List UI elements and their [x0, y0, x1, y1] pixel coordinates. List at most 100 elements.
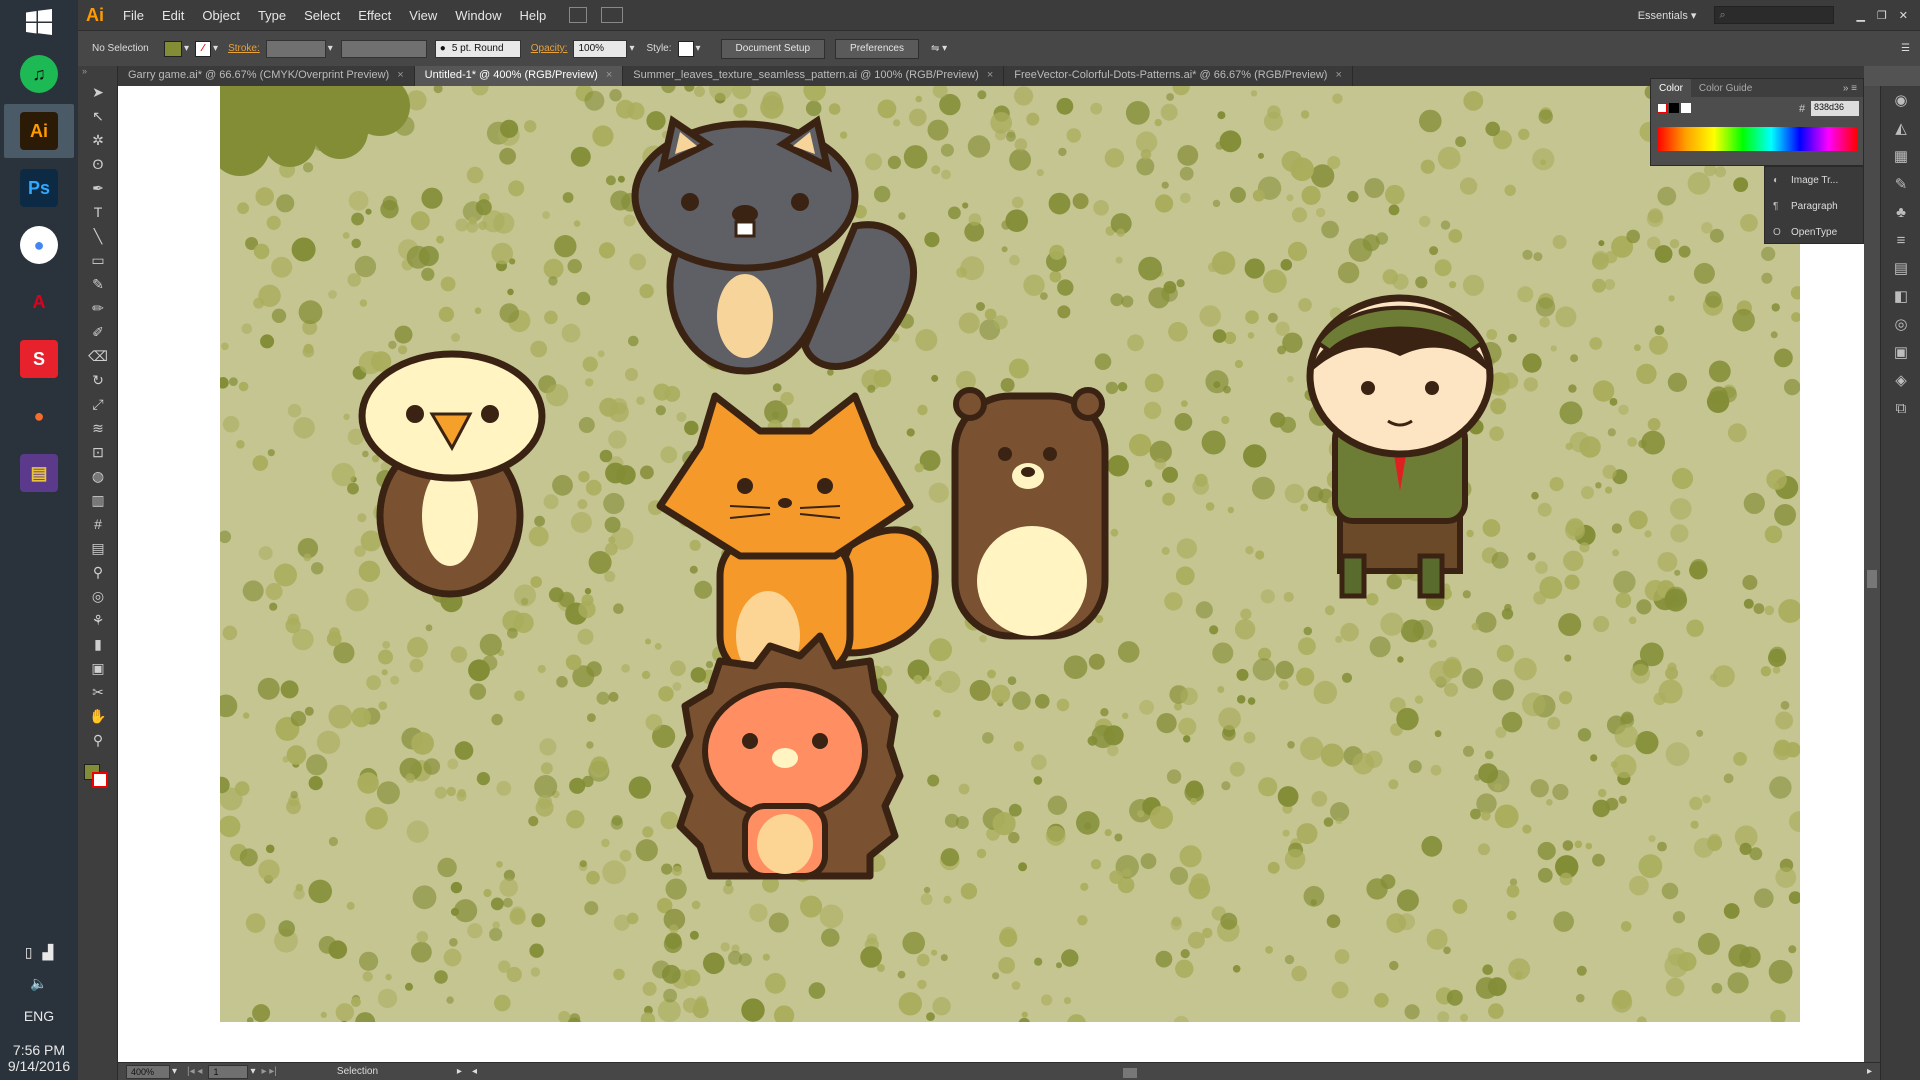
- pencil-tool-icon[interactable]: ✏: [78, 296, 118, 320]
- taskbar-app-origin[interactable]: ●: [4, 389, 74, 443]
- selection-tool-icon[interactable]: ➤: [78, 80, 118, 104]
- close-tab-icon[interactable]: ×: [987, 69, 993, 81]
- taskbar-app-spotify[interactable]: ♫: [4, 47, 74, 101]
- graphic-style-dropdown-icon[interactable]: ▾: [696, 43, 701, 54]
- brushes-panel-icon[interactable]: ✎: [1881, 170, 1920, 198]
- input-language[interactable]: ENG: [0, 1008, 78, 1024]
- arrange-icon[interactable]: ⇋ ▾: [931, 43, 947, 54]
- stroke-label[interactable]: Stroke:: [228, 43, 260, 54]
- direct-selection-tool-icon[interactable]: ↖: [78, 104, 118, 128]
- close-tab-icon[interactable]: ×: [606, 69, 612, 81]
- lasso-tool-icon[interactable]: ʘ: [78, 152, 118, 176]
- fill-dropdown-icon[interactable]: ▾: [184, 43, 189, 54]
- graphic-style-swatch[interactable]: [677, 40, 694, 57]
- hand-tool-icon[interactable]: ✋: [78, 704, 118, 728]
- color-panel-icon[interactable]: ◉: [1881, 86, 1920, 114]
- document-setup-button[interactable]: Document Setup: [720, 38, 826, 59]
- slice-tool-icon[interactable]: ✂: [78, 680, 118, 704]
- windows-start-button[interactable]: [0, 0, 78, 44]
- width-tool-icon[interactable]: ≋: [78, 416, 118, 440]
- tools-collapse-icon[interactable]: »: [78, 66, 117, 80]
- artboard[interactable]: [118, 86, 1800, 1022]
- bear-character[interactable]: [951, 387, 1109, 640]
- color-spectrum-bar[interactable]: [1657, 127, 1857, 151]
- taskbar-app-sketchup[interactable]: S: [4, 332, 74, 386]
- panel-collapse-icon[interactable]: » ≡: [1843, 83, 1857, 94]
- swatches-panel-icon[interactable]: ▦: [1881, 142, 1920, 170]
- bridge-icon[interactable]: [569, 7, 588, 23]
- graphic-styles-panel-icon[interactable]: ▣: [1881, 338, 1920, 366]
- variable-width-profile[interactable]: [340, 39, 427, 58]
- menu-select[interactable]: Select: [295, 8, 349, 23]
- eraser-tool-icon[interactable]: ⌫: [78, 344, 118, 368]
- panel-menu-icon[interactable]: ☰: [1901, 43, 1910, 54]
- minimize-button[interactable]: ▁: [1856, 9, 1864, 22]
- zoom-dropdown-icon[interactable]: ▾: [172, 1066, 177, 1077]
- clock-date[interactable]: 9/14/2016: [0, 1058, 78, 1074]
- menu-edit[interactable]: Edit: [153, 8, 193, 23]
- taskbar-app-winrar[interactable]: ▤: [4, 446, 74, 500]
- vertical-scrollbar[interactable]: [1864, 86, 1880, 1062]
- network-signal-icon[interactable]: ▟: [42, 944, 53, 961]
- menu-type[interactable]: Type: [249, 8, 295, 23]
- document-tab[interactable]: Summer_leaves_texture_seamless_pattern.a…: [623, 66, 1005, 86]
- document-tab[interactable]: Garry game.ai* @ 66.67% (CMYK/Overprint …: [118, 66, 415, 86]
- opacity-dropdown-icon[interactable]: ▾: [629, 43, 634, 54]
- horizontal-scrollbar[interactable]: [483, 1066, 1861, 1078]
- fill-stroke-proxy[interactable]: [78, 760, 117, 796]
- close-button[interactable]: ✕: [1899, 9, 1908, 22]
- taskbar-app-chrome[interactable]: ●: [4, 218, 74, 272]
- status-menu-icon[interactable]: ▸: [457, 1066, 462, 1077]
- artboard-dropdown-icon[interactable]: ▾: [250, 1066, 255, 1077]
- panel-imagetr[interactable]: ◐ Image Tr...: [1765, 167, 1863, 193]
- symbol-sprayer-tool-icon[interactable]: ⚘: [78, 608, 118, 632]
- color-guide-panel-icon[interactable]: ◭: [1881, 114, 1920, 142]
- taskbar-app-acrobat[interactable]: A: [4, 275, 74, 329]
- hex-color-field[interactable]: 838d36: [1811, 101, 1859, 116]
- scale-tool-icon[interactable]: ⤢: [78, 392, 118, 416]
- artboard-number-field[interactable]: 1: [208, 1064, 249, 1079]
- opacity-label[interactable]: Opacity:: [531, 43, 568, 54]
- layers-panel-icon[interactable]: ◈: [1881, 366, 1920, 394]
- stroke-weight-field[interactable]: [265, 39, 326, 58]
- magic-wand-tool-icon[interactable]: ✲: [78, 128, 118, 152]
- stroke-panel-icon[interactable]: ≡: [1881, 226, 1920, 254]
- fill-swatch[interactable]: [164, 40, 182, 57]
- scroll-right-icon[interactable]: ▸: [1867, 1066, 1872, 1077]
- clock-time[interactable]: 7:56 PM: [0, 1042, 78, 1058]
- symbols-panel-icon[interactable]: ♣: [1881, 198, 1920, 226]
- artwork-canvas[interactable]: [118, 86, 1800, 1022]
- opacity-field[interactable]: 100%: [573, 39, 628, 58]
- zoom-field[interactable]: 400%: [126, 1064, 170, 1079]
- restore-button[interactable]: ❐: [1877, 9, 1887, 22]
- first-artboard-icon[interactable]: |◂ ◂: [187, 1066, 202, 1077]
- free-transform-tool-icon[interactable]: ⊡: [78, 440, 118, 464]
- column-graph-tool-icon[interactable]: ▮: [78, 632, 118, 656]
- stroke-dropdown-icon[interactable]: ▾: [213, 43, 218, 54]
- pen-tool-icon[interactable]: ✒: [78, 176, 118, 200]
- panel-paragraph[interactable]: ¶ Paragraph: [1765, 193, 1863, 219]
- preferences-button[interactable]: Preferences: [835, 38, 919, 59]
- tab-color[interactable]: Color: [1651, 79, 1691, 97]
- gradient-panel-icon[interactable]: ▤: [1881, 254, 1920, 282]
- battery-icon[interactable]: ▯: [25, 944, 33, 961]
- shape-builder-tool-icon[interactable]: ◍: [78, 464, 118, 488]
- close-tab-icon[interactable]: ×: [397, 69, 403, 81]
- workspace-switcher[interactable]: Essentials ▾: [1638, 9, 1697, 22]
- type-tool-icon[interactable]: T: [78, 200, 118, 224]
- tab-color-guide[interactable]: Color Guide: [1691, 83, 1760, 94]
- artboard-tool-icon[interactable]: ▣: [78, 656, 118, 680]
- menu-view[interactable]: View: [400, 8, 446, 23]
- search-input[interactable]: ⌕: [1714, 6, 1835, 24]
- horizontal-scroll-thumb[interactable]: [1122, 1067, 1137, 1078]
- panel-opentype[interactable]: O OpenType: [1765, 219, 1863, 245]
- artboards-panel-icon[interactable]: ⧉: [1881, 394, 1920, 422]
- transparency-panel-icon[interactable]: ◧: [1881, 282, 1920, 310]
- current-tool-status[interactable]: Selection: [337, 1066, 457, 1077]
- arrange-documents-icon[interactable]: [601, 7, 624, 23]
- brush-definition[interactable]: ● 5 pt. Round: [434, 39, 521, 58]
- last-artboard-icon[interactable]: ▸ ▸|: [261, 1066, 276, 1077]
- scout-boy-character[interactable]: [1306, 294, 1494, 599]
- line-segment-tool-icon[interactable]: ╲: [78, 224, 118, 248]
- mesh-tool-icon[interactable]: #: [78, 512, 118, 536]
